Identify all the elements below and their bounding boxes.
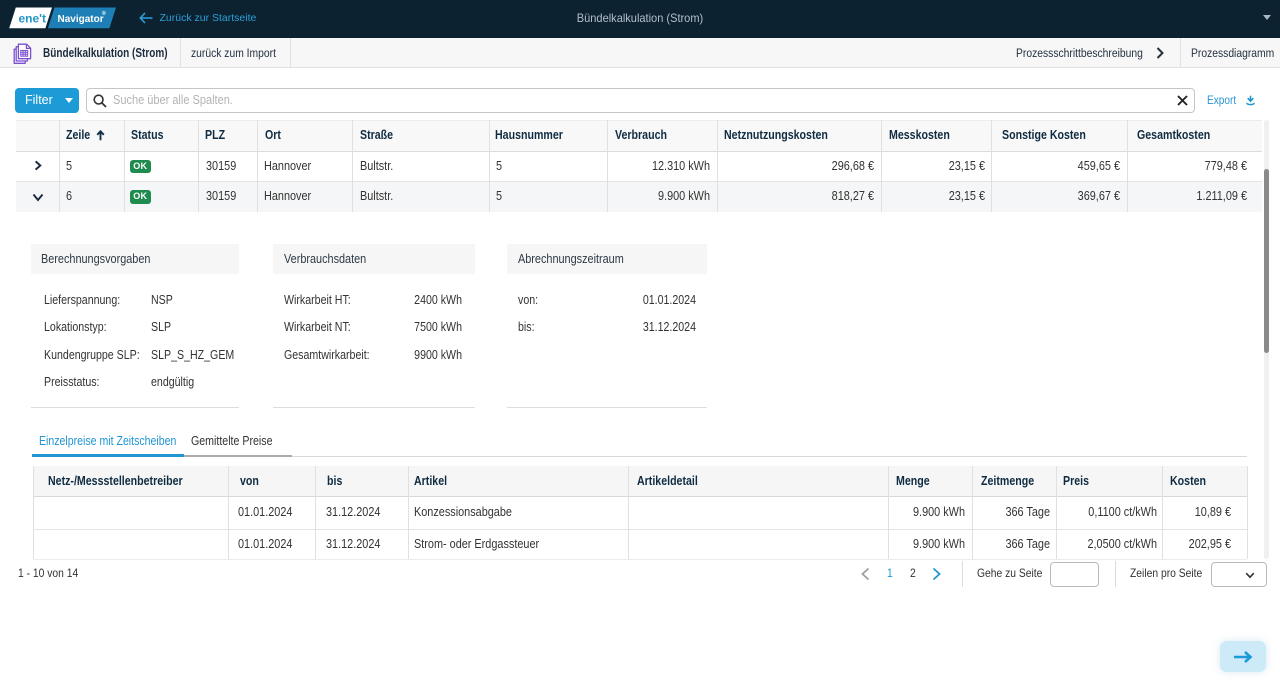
svg-text:ene't: ene't — [19, 11, 47, 25]
